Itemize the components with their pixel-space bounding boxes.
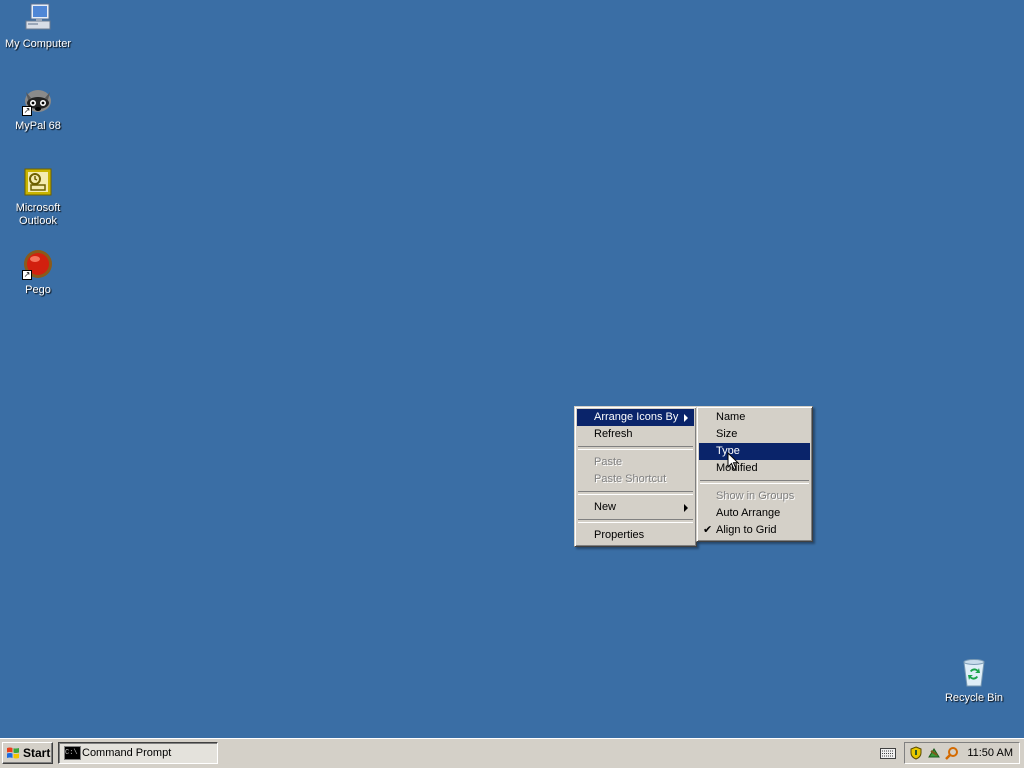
- desktop-context-menu: Arrange Icons By Refresh Paste Paste Sho…: [574, 406, 697, 547]
- search-icon[interactable]: [945, 746, 959, 760]
- menu-item-paste-shortcut: Paste Shortcut: [577, 471, 694, 488]
- arrange-icons-submenu: Name Size Type Modified Show in Groups A…: [696, 406, 813, 542]
- start-label: Start: [23, 746, 51, 760]
- menu-separator: [700, 480, 809, 484]
- recycle-bin-icon: [958, 656, 990, 688]
- menu-separator: [578, 446, 693, 450]
- desktop-icon-pego[interactable]: ↗ Pego: [0, 248, 76, 297]
- menu-item-label: Refresh: [594, 428, 633, 440]
- start-button[interactable]: Start: [2, 742, 53, 764]
- submenu-item-modified[interactable]: Modified: [699, 460, 810, 477]
- submenu-item-size[interactable]: Size: [699, 426, 810, 443]
- desktop-icon-recycle-bin[interactable]: Recycle Bin: [936, 656, 1012, 705]
- checkmark-icon: ✔: [703, 524, 713, 536]
- clock[interactable]: 11:50 AM: [967, 743, 1013, 763]
- menu-item-label: Show in Groups: [716, 490, 795, 502]
- shortcut-arrow-icon: ↗: [22, 270, 32, 280]
- mypal-icon: ↗: [22, 84, 54, 116]
- outlook-icon: [22, 166, 54, 198]
- security-shield-icon[interactable]: [909, 746, 923, 760]
- desktop-icon-my-computer[interactable]: My Computer: [0, 2, 76, 51]
- desktop-icon-label: My Computer: [4, 38, 72, 50]
- menu-item-label: Size: [716, 428, 738, 440]
- desktop-icon-label: Pego: [25, 284, 51, 296]
- menu-item-label: Paste: [594, 456, 623, 468]
- shortcut-arrow-icon: ↗: [22, 106, 32, 116]
- menu-item-arrange-icons-by[interactable]: Arrange Icons By: [577, 409, 694, 426]
- menu-item-label: New: [594, 501, 617, 513]
- submenu-arrow-icon: [684, 504, 688, 512]
- menu-item-label: Paste Shortcut: [594, 473, 667, 485]
- system-tray: 11:50 AM: [904, 742, 1020, 764]
- taskbar-button-command-prompt[interactable]: C:\ Command Prompt: [58, 742, 218, 764]
- submenu-item-auto-arrange[interactable]: Auto Arrange: [699, 505, 810, 522]
- taskbar-button-label: Command Prompt: [82, 747, 172, 759]
- menu-item-refresh[interactable]: Refresh: [577, 426, 694, 443]
- my-computer-icon: [22, 2, 54, 34]
- menu-item-label: Properties: [594, 529, 645, 541]
- desktop-icon-label: Microsoft Outlook: [15, 202, 61, 227]
- taskbar: Start C:\ Command Prompt 11:50 AM: [0, 738, 1024, 768]
- submenu-item-align-to-grid[interactable]: ✔ Align to Grid: [699, 522, 810, 539]
- keyboard-icon[interactable]: [880, 748, 896, 759]
- menu-item-label: Align to Grid: [716, 524, 777, 536]
- menu-item-new[interactable]: New: [577, 499, 694, 516]
- menu-separator: [578, 519, 693, 523]
- submenu-item-type[interactable]: Type: [699, 443, 810, 460]
- desktop-icon-outlook[interactable]: Microsoft Outlook: [0, 166, 76, 228]
- desktop-icon-label: MyPal 68: [15, 120, 61, 132]
- submenu-item-show-in-groups: Show in Groups: [699, 488, 810, 505]
- menu-item-label: Name: [716, 411, 746, 423]
- menu-item-paste: Paste: [577, 454, 694, 471]
- submenu-item-name[interactable]: Name: [699, 409, 810, 426]
- command-prompt-icon: C:\: [64, 746, 81, 760]
- menu-item-label: Arrange Icons By: [594, 411, 679, 423]
- desktop-icon-label: Recycle Bin: [944, 692, 1004, 704]
- pego-icon: ↗: [22, 248, 54, 280]
- menu-item-label: Auto Arrange: [716, 507, 781, 519]
- desktop-icon-mypal[interactable]: ↗ MyPal 68: [0, 84, 76, 133]
- windows-logo-icon: [7, 747, 19, 759]
- mouse-cursor-icon: [727, 452, 739, 471]
- submenu-arrow-icon: [684, 414, 688, 422]
- menu-separator: [578, 491, 693, 495]
- network-icon[interactable]: [927, 746, 941, 760]
- menu-item-properties[interactable]: Properties: [577, 527, 694, 544]
